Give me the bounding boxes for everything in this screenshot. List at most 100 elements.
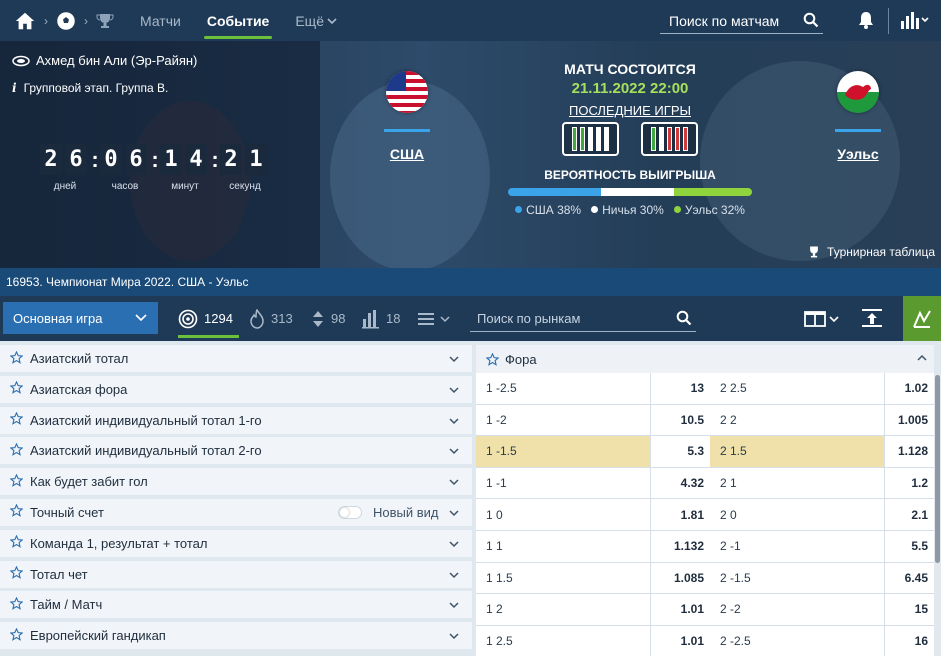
team-home[interactable]: США [384,71,430,162]
odds-value[interactable]: 6.45 [884,562,934,594]
handicap-label[interactable]: 1 -2 [476,405,650,436]
chevron-down-icon[interactable] [448,444,460,459]
star-icon[interactable] [9,565,24,582]
chevron-down-icon[interactable] [448,506,460,521]
handicap-label[interactable]: 2 -1.5 [710,563,884,594]
filter-movement[interactable]: 98 [311,296,345,341]
star-icon[interactable] [9,350,24,367]
last-games-link[interactable]: ПОСЛЕДНИЕ ИГРЫ [569,103,691,118]
odds-value[interactable]: 5.5 [884,530,934,562]
handicap-label[interactable]: 2 0 [710,499,884,530]
odds-value[interactable]: 1.005 [884,404,934,436]
market-row[interactable]: Команда 1, результат + тотал [0,529,472,557]
star-icon[interactable] [9,627,24,644]
odds-value[interactable]: 1.132 [650,530,710,562]
market-row[interactable]: Европейский гандикап [0,622,472,650]
handicap-label[interactable]: 2 1 [710,468,884,499]
odds-value[interactable]: 1.81 [650,499,710,530]
columns-layout-icon[interactable] [804,310,842,328]
star-icon[interactable] [9,504,24,520]
market-row[interactable]: Точный счет Новый вид [0,498,472,526]
filter-all[interactable]: 1294 [178,296,239,341]
tab-matches[interactable]: Матчи [140,0,181,41]
handicap-label[interactable]: 1 1 [476,531,650,562]
tournament-table-link[interactable]: Турнирная таблица [807,245,935,259]
tab-more[interactable]: Ещё [295,0,337,41]
team-home-form[interactable] [562,122,619,156]
odds-value[interactable]: 1.128 [884,436,934,467]
chevron-down-icon[interactable] [448,414,460,429]
handicap-label[interactable]: 1 2.5 [476,626,650,656]
stats-toggle-button[interactable] [903,296,941,341]
odds-value[interactable]: 16 [884,625,934,656]
tab-event[interactable]: Событие [203,0,272,41]
new-view-toggle[interactable] [338,505,362,519]
handicap-label[interactable]: 1 2 [476,594,650,625]
collapse-all-icon[interactable] [861,308,883,328]
handicap-label[interactable]: 2 -2 [710,594,884,625]
odds-value[interactable]: 1.2 [884,467,934,499]
odds-value[interactable]: 1.01 [650,625,710,656]
home-icon[interactable] [14,10,36,32]
star-icon[interactable] [9,596,24,613]
market-row[interactable]: Как будет забит гол [0,468,472,496]
market-row[interactable]: Тотал чет [0,560,472,588]
handicap-label[interactable]: 2 -1 [710,531,884,562]
odds-value[interactable]: 4.32 [650,467,710,499]
scrollbar[interactable] [934,373,941,656]
chevron-down-icon[interactable] [448,598,460,613]
search-icon[interactable] [676,310,692,326]
chevron-down-icon[interactable] [448,352,460,367]
filter-popular[interactable]: 313 [249,296,293,341]
handicap-label[interactable]: 1 -1.5 [476,436,650,467]
bell-icon[interactable] [857,10,875,30]
odds-value[interactable]: 1.085 [650,562,710,594]
fora-header[interactable]: Фора [476,345,934,373]
chevron-down-icon[interactable] [448,537,460,552]
search-icon[interactable] [803,12,819,28]
odds-value[interactable]: 15 [884,594,934,625]
odds-value[interactable]: 2.1 [884,499,934,530]
market-row[interactable]: Азиатский индивидуальный тотал 2-го [0,437,472,465]
handicap-label[interactable]: 2 2.5 [710,373,884,404]
filter-list-view[interactable] [418,296,450,341]
star-icon[interactable] [9,534,24,551]
odds-value[interactable]: 1.02 [884,373,934,404]
scrollbar-thumb[interactable] [935,375,940,563]
stats-icon[interactable] [900,10,930,30]
team-home-name[interactable]: США [390,146,424,162]
chevron-down-icon[interactable] [448,568,460,583]
handicap-label[interactable]: 2 2 [710,405,884,436]
star-icon[interactable] [486,352,499,366]
market-group-select[interactable]: Основная игра [3,302,158,334]
market-row[interactable]: Азиатская фора [0,375,472,403]
filter-stats[interactable]: 18 [362,296,400,341]
market-row[interactable]: Азиатский тотал [0,345,472,372]
market-search-input[interactable]: Поиск по рынкам [470,306,696,332]
star-icon[interactable] [9,411,24,428]
handicap-label[interactable]: 1 0 [476,499,650,530]
match-search-input[interactable]: Поиск по матчам [660,8,823,34]
team-away-form[interactable] [641,122,698,156]
market-row[interactable]: Азиатский индивидуальный тотал 1-го [0,406,472,434]
odds-value[interactable]: 10.5 [650,404,710,436]
handicap-label[interactable]: 2 1.5 [710,436,884,467]
chevron-up-icon[interactable] [916,353,928,363]
handicap-label[interactable]: 1 -2.5 [476,373,650,404]
handicap-label[interactable]: 2 -2.5 [710,626,884,656]
trophy-icon[interactable] [96,12,114,30]
soccer-ball-icon[interactable] [56,11,76,31]
odds-value[interactable]: 5.3 [650,436,710,467]
odds-value[interactable]: 1.01 [650,594,710,625]
star-icon[interactable] [9,442,24,459]
handicap-label[interactable]: 1 -1 [476,468,650,499]
star-icon[interactable] [9,473,24,490]
star-icon[interactable] [9,380,24,397]
chevron-down-icon[interactable] [448,383,460,398]
odds-value[interactable]: 13 [650,373,710,404]
handicap-label[interactable]: 1 1.5 [476,563,650,594]
chevron-down-icon[interactable] [448,629,460,644]
team-away-name[interactable]: Уэльс [837,146,878,162]
team-away[interactable]: Уэльс [835,71,881,162]
chevron-down-icon[interactable] [448,475,460,490]
